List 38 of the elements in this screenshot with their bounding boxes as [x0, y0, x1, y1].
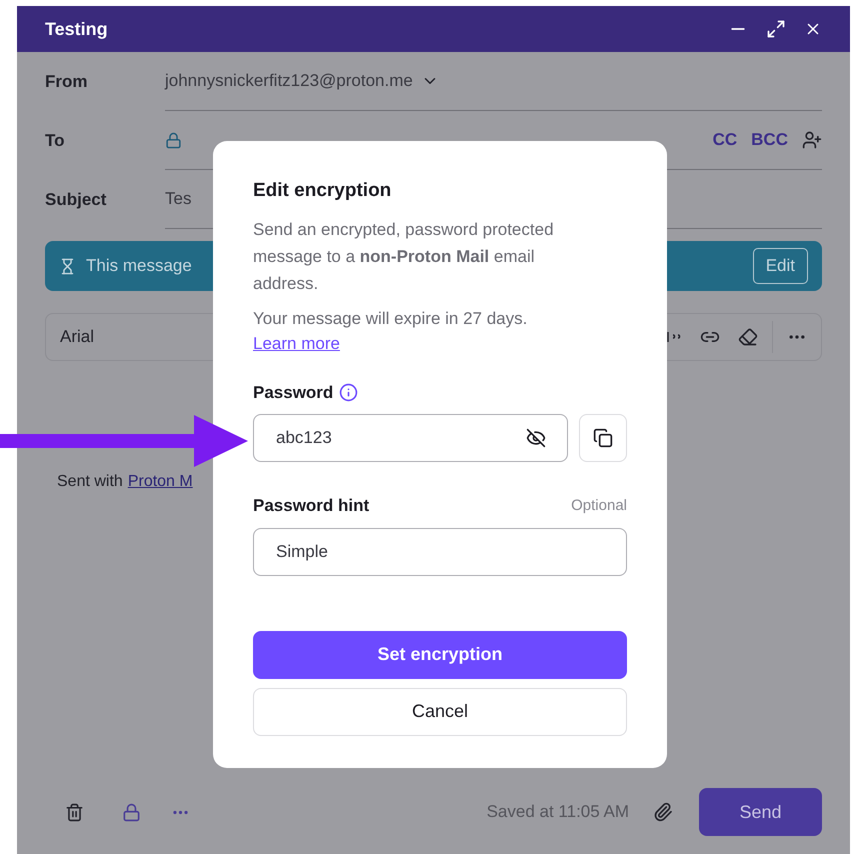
- maximize-icon[interactable]: [766, 19, 786, 39]
- to-label: To: [45, 130, 66, 152]
- dialog-description: Send an encrypted, password protected message to a non-Proton Mail email address.: [253, 218, 555, 294]
- info-icon[interactable]: [339, 382, 358, 402]
- banner-text: This message: [86, 255, 192, 278]
- hint-label: Password hint: [253, 495, 370, 517]
- subject-label: Subject: [45, 188, 108, 211]
- expiry-text: Your message will expire in 27 days.: [253, 308, 528, 330]
- from-label: From: [45, 70, 88, 93]
- lock-icon[interactable]: [122, 802, 141, 822]
- cancel-button[interactable]: Cancel: [253, 688, 627, 736]
- subject-value[interactable]: Tes: [165, 186, 192, 212]
- signature-link[interactable]: Proton M: [128, 470, 193, 494]
- lock-icon: [165, 132, 182, 148]
- set-encryption-button[interactable]: Set encryption: [253, 630, 627, 678]
- quote-icon[interactable]: [666, 330, 682, 344]
- password-field[interactable]: abc123: [253, 414, 568, 462]
- eye-slash-icon[interactable]: [526, 428, 546, 448]
- optional-text: Optional: [571, 496, 627, 516]
- saved-status: Saved at 11:05 AM: [486, 801, 629, 824]
- paperclip-icon[interactable]: [653, 802, 673, 822]
- trash-icon[interactable]: [65, 802, 84, 822]
- copy-icon: [593, 428, 613, 448]
- eraser-icon[interactable]: [738, 327, 758, 347]
- hint-field[interactable]: Simple: [253, 528, 627, 576]
- edit-button[interactable]: Edit: [752, 248, 808, 284]
- learn-more-link[interactable]: Learn more: [253, 332, 340, 356]
- cc-link[interactable]: CC: [712, 127, 738, 153]
- dialog-title: Edit encryption: [253, 179, 392, 203]
- password-label: Password: [253, 382, 334, 404]
- send-button[interactable]: Send: [699, 788, 822, 836]
- window-title: Testing: [45, 18, 109, 41]
- add-contact-icon[interactable]: [802, 130, 822, 150]
- copy-button[interactable]: [579, 414, 627, 462]
- from-address[interactable]: johnnysnickerfitz123@proton.me: [165, 68, 413, 94]
- bcc-link[interactable]: BCC: [751, 127, 788, 153]
- hourglass-icon: [59, 258, 76, 274]
- signature-text: Sent with: [57, 472, 123, 492]
